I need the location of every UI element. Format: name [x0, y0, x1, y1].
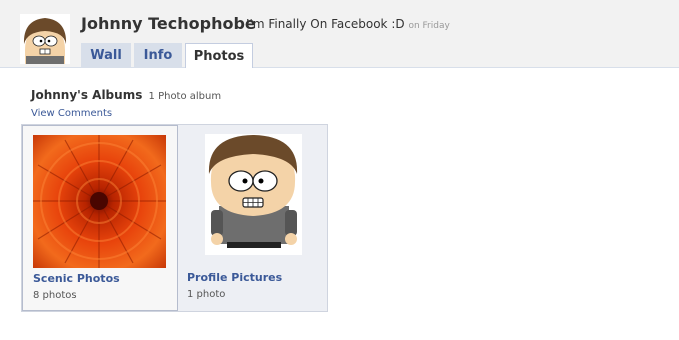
albums-grid: Scenic Photos 8 photos Profile Pictures … — [21, 124, 328, 312]
album-title[interactable]: Scenic Photos — [33, 272, 120, 285]
albums-heading: Johnny's Albums 1 Photo album — [31, 88, 221, 102]
tab-info[interactable]: Info — [134, 43, 182, 67]
status-message: I'm Finally On Facebook :D — [246, 17, 405, 31]
view-comments-link[interactable]: View Comments — [31, 108, 112, 119]
status-timestamp[interactable]: on Friday — [408, 21, 449, 31]
tab-photos[interactable]: Photos — [185, 43, 253, 68]
status-text: I'm Finally On Facebook :D on Friday — [246, 17, 450, 31]
album-title[interactable]: Profile Pictures — [187, 271, 282, 284]
albums-title: Johnny's Albums — [31, 88, 143, 102]
albums-count: 1 Photo album — [148, 91, 222, 102]
album-scenic-photos[interactable]: Scenic Photos 8 photos — [22, 125, 178, 311]
album-thumbnail[interactable] — [33, 135, 166, 268]
tab-wall[interactable]: Wall — [81, 43, 131, 67]
album-photo-count: 8 photos — [33, 290, 77, 301]
profile-header: Johnny Techophobe I'm Finally On Faceboo… — [0, 0, 679, 68]
album-profile-pictures[interactable]: Profile Pictures 1 photo — [178, 125, 327, 311]
album-photo-count: 1 photo — [187, 289, 226, 300]
profile-avatar[interactable] — [20, 14, 70, 64]
profile-name[interactable]: Johnny Techophobe — [81, 14, 256, 33]
album-thumbnail[interactable] — [205, 134, 302, 255]
